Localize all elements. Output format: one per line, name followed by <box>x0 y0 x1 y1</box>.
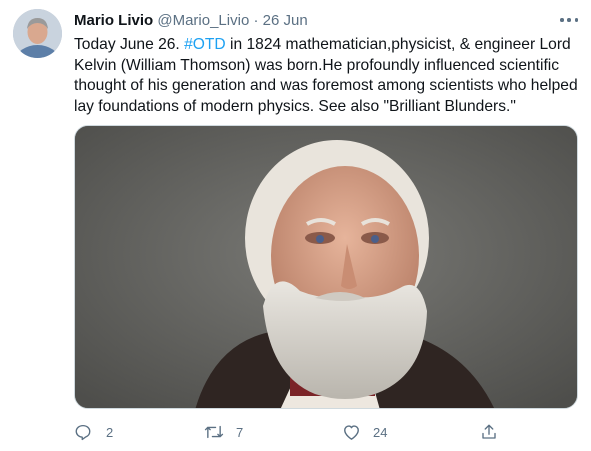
header-separator: · <box>253 12 259 29</box>
heart-icon <box>344 425 359 440</box>
tweet-date[interactable]: 26 Jun <box>263 12 308 29</box>
author-name[interactable]: Mario Livio <box>74 12 153 29</box>
like-count: 24 <box>373 424 388 440</box>
reply-count: 2 <box>106 424 114 440</box>
like-button[interactable]: 24 <box>342 420 387 444</box>
tweet-text: Today June 26. #OTD in 1824 mathematicia… <box>74 35 579 117</box>
dot <box>567 18 571 22</box>
share-button[interactable] <box>480 420 498 444</box>
more-options-icon[interactable] <box>558 12 580 28</box>
author-handle[interactable]: @Mario_Livio <box>157 12 249 29</box>
tweet-card[interactable]: Mario Livio @Mario_Livio · 26 Jun Today … <box>0 0 591 451</box>
tweet-header: Mario Livio @Mario_Livio · 26 Jun <box>74 10 574 32</box>
retweet-button[interactable]: 7 <box>204 420 243 444</box>
tweet-text-start: Today June 26. <box>74 36 185 53</box>
dot <box>574 18 578 22</box>
reply-icon <box>75 424 91 441</box>
tweet-photo[interactable] <box>74 125 578 409</box>
reply-button[interactable]: 2 <box>74 420 113 444</box>
dot <box>560 18 564 22</box>
retweet-count: 7 <box>236 424 244 440</box>
share-icon <box>482 424 496 439</box>
avatar[interactable] <box>13 9 62 58</box>
hashtag-link[interactable]: #OTD <box>184 36 226 53</box>
tweet-actions: 2 7 24 <box>74 420 504 444</box>
retweet-icon <box>204 425 224 439</box>
